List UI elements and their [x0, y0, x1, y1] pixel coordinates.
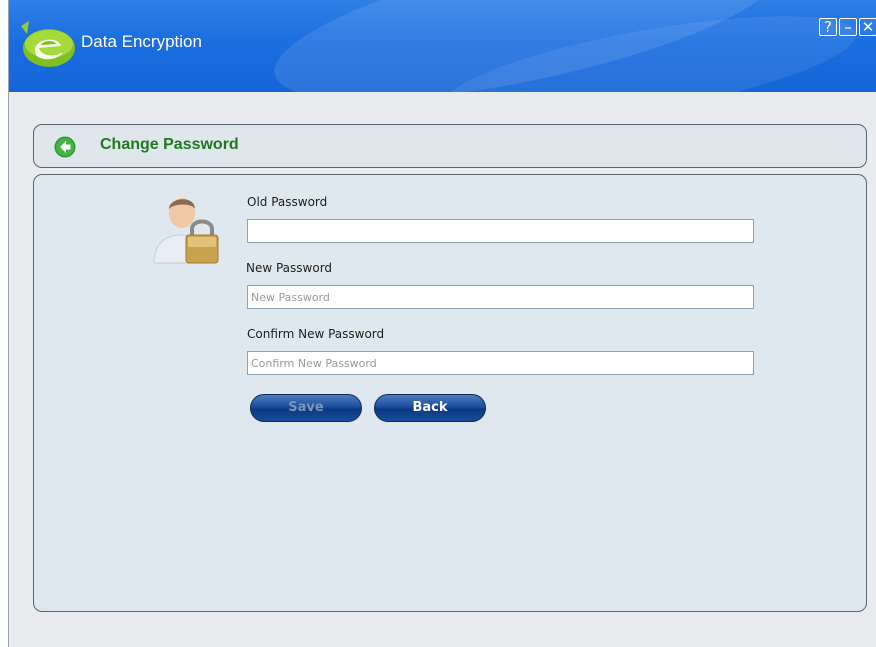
title-bar: Data Encryption ? – ✕ — [9, 0, 876, 92]
new-password-field[interactable] — [247, 285, 754, 309]
confirm-password-field[interactable] — [247, 351, 754, 375]
app-title: Data Encryption — [81, 32, 202, 51]
e-logo-icon — [21, 21, 75, 67]
window-controls: ? – ✕ — [819, 18, 876, 36]
minimize-button[interactable]: – — [839, 18, 857, 36]
back-arrow-icon[interactable] — [54, 136, 76, 158]
back-button[interactable]: Back — [374, 394, 486, 422]
help-button[interactable]: ? — [819, 18, 837, 36]
user-lock-icon — [153, 198, 219, 264]
page-title: Change Password — [100, 136, 239, 153]
save-button[interactable]: Save — [250, 394, 362, 422]
old-password-field[interactable] — [247, 219, 754, 243]
confirm-password-label: Confirm New Password — [247, 327, 385, 341]
change-password-panel: Old Password New Password Confirm New Pa… — [33, 174, 867, 612]
page-header: Change Password — [33, 124, 867, 168]
new-password-label: New Password — [246, 261, 333, 275]
app-window: Data Encryption ? – ✕ Change Password Ol… — [8, 0, 876, 647]
close-button[interactable]: ✕ — [859, 18, 876, 36]
old-password-label: Old Password — [247, 195, 328, 209]
